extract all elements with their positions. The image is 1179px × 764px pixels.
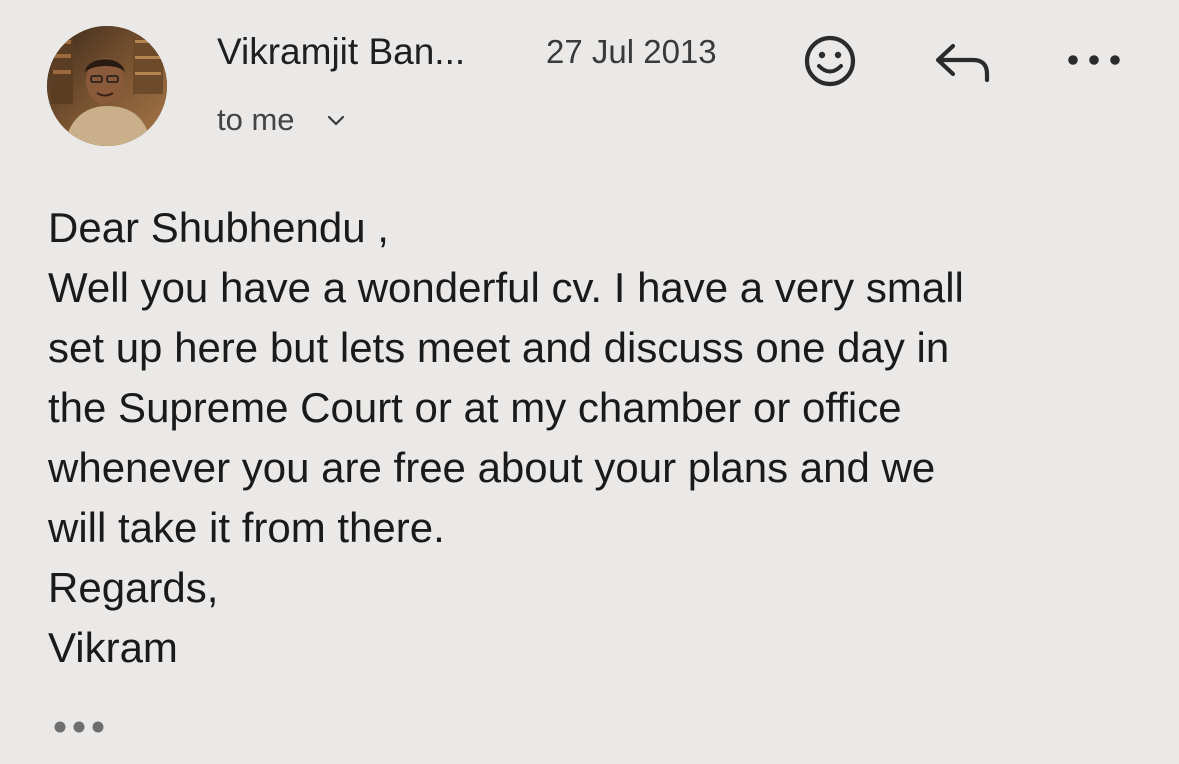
message-body: Dear Shubhendu , Well you have a wonderf… [48,198,1158,678]
recipient-label: to me [217,102,295,137]
reply-arrow-icon[interactable] [931,38,993,86]
sender-avatar[interactable] [47,26,167,146]
sender-name[interactable]: Vikramjit Ban... [217,30,465,74]
message-line: Regards, [48,564,219,611]
message-line: the Supreme Court or at my chamber or of… [48,384,902,431]
message-line: Well you have a wonderful cv. I have a v… [48,264,964,311]
message-line: set up here but lets meet and discuss on… [48,324,950,371]
smiley-icon[interactable] [803,34,857,88]
show-trimmed-content-ellipsis-icon[interactable] [52,716,106,738]
avatar-photo-image [47,26,167,146]
more-horizontal-icon[interactable] [1063,45,1125,75]
email-date: 27 Jul 2013 [546,33,717,70]
recipient-details-toggle[interactable]: to me [217,100,347,140]
message-line: will take it from there. [48,504,445,551]
message-line: Vikram [48,624,178,671]
chevron-down-icon[interactable] [325,109,347,131]
message-line: whenever you are free about your plans a… [48,444,936,491]
message-line: Dear Shubhendu , [48,204,389,251]
